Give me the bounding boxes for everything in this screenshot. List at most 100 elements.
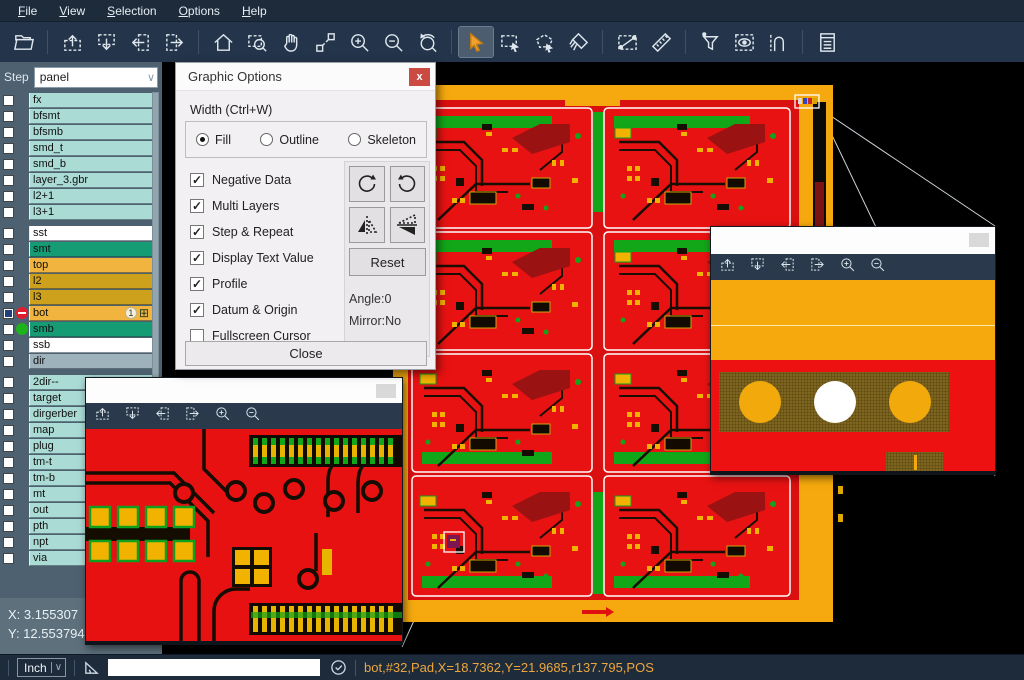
reset-button[interactable]: Reset bbox=[349, 248, 426, 276]
layer-row-sst[interactable]: sst bbox=[0, 225, 152, 241]
layer-name[interactable]: bfsmt bbox=[29, 109, 152, 124]
layer-visibility-checkbox[interactable] bbox=[3, 111, 14, 122]
option-profile[interactable]: ✓Profile bbox=[190, 271, 314, 297]
layer-row-l2+1[interactable]: l2+1 bbox=[0, 188, 152, 204]
zoom-out-button[interactable] bbox=[244, 405, 261, 427]
units-select[interactable]: Inch ∨ bbox=[17, 658, 66, 677]
layer-name[interactable]: sst bbox=[29, 226, 152, 241]
window-button[interactable] bbox=[969, 233, 989, 247]
highlight-net-button[interactable] bbox=[761, 27, 795, 57]
layer-visibility-checkbox[interactable] bbox=[3, 553, 14, 564]
zoom-window-button[interactable] bbox=[240, 27, 274, 57]
layer-visibility-checkbox[interactable] bbox=[3, 393, 14, 404]
layer-row-layer_3.gbr[interactable]: layer_3.gbr bbox=[0, 172, 152, 188]
zoom-previous-button[interactable] bbox=[410, 27, 444, 57]
layer-name[interactable]: bfsmb bbox=[29, 125, 152, 140]
layer-name[interactable]: bot1⊞ bbox=[29, 306, 152, 321]
zoom-out-button[interactable] bbox=[869, 256, 886, 278]
send-down-button[interactable] bbox=[749, 256, 766, 278]
zoom-out-button[interactable] bbox=[376, 27, 410, 57]
layer-name[interactable]: top bbox=[29, 258, 152, 273]
layer-visibility-checkbox[interactable] bbox=[3, 473, 14, 484]
option-multi-layers[interactable]: ✓Multi Layers bbox=[190, 193, 314, 219]
layer-visibility-checkbox[interactable] bbox=[3, 276, 14, 287]
send-up-button[interactable] bbox=[719, 256, 736, 278]
apply-check-icon[interactable] bbox=[330, 659, 347, 676]
rotate-ccw-button[interactable] bbox=[390, 166, 426, 202]
layer-row-l2[interactable]: l2 bbox=[0, 273, 152, 289]
layer-name[interactable]: fx bbox=[29, 93, 152, 108]
layer-visibility-checkbox[interactable] bbox=[3, 292, 14, 303]
layer-visibility-checkbox[interactable] bbox=[3, 324, 14, 335]
open-folder-button[interactable] bbox=[6, 27, 40, 57]
zoom-in-button[interactable] bbox=[214, 405, 231, 427]
menu-item-options[interactable]: Options bbox=[169, 2, 230, 20]
menu-item-file[interactable]: File bbox=[8, 2, 47, 20]
layer-row-l3+1[interactable]: l3+1 bbox=[0, 204, 152, 220]
step-select[interactable]: panel ∨ bbox=[34, 67, 158, 88]
layer-name[interactable]: layer_3.gbr bbox=[29, 173, 152, 188]
send-down-button[interactable] bbox=[124, 405, 141, 427]
layer-name[interactable]: smb bbox=[29, 322, 152, 337]
width-radio-fill[interactable]: Fill bbox=[196, 133, 231, 147]
layer-row-ssb[interactable]: ssb bbox=[0, 337, 152, 353]
layer-visibility-checkbox[interactable] bbox=[3, 340, 14, 351]
layer-row-bfsmt[interactable]: bfsmt bbox=[0, 108, 152, 124]
window-button[interactable] bbox=[376, 384, 396, 398]
layer-name[interactable]: smd_b bbox=[29, 157, 152, 172]
layer-visibility-checkbox[interactable] bbox=[3, 521, 14, 532]
layer-row-smb[interactable]: smb bbox=[0, 321, 152, 337]
filter-funnel-button[interactable] bbox=[693, 27, 727, 57]
zoom-in-button[interactable] bbox=[342, 27, 376, 57]
layer-visibility-checkbox[interactable] bbox=[3, 228, 14, 239]
option-datum-origin[interactable]: ✓Datum & Origin bbox=[190, 297, 314, 323]
send-down-button[interactable] bbox=[89, 27, 123, 57]
grid-icon[interactable]: ⊞ bbox=[139, 307, 149, 319]
close-button[interactable]: Close bbox=[185, 341, 427, 366]
zoom-window-left-titlebar[interactable] bbox=[86, 378, 402, 403]
measure-path-button[interactable] bbox=[308, 27, 342, 57]
layer-name[interactable]: ssb bbox=[29, 338, 152, 353]
close-icon[interactable]: x bbox=[409, 68, 430, 86]
layer-visibility-checkbox[interactable] bbox=[3, 537, 14, 548]
layer-visibility-checkbox[interactable] bbox=[3, 191, 14, 202]
layer-visibility-checkbox[interactable] bbox=[3, 95, 14, 106]
layer-row-fx[interactable]: fx bbox=[0, 92, 152, 108]
send-right-button[interactable] bbox=[157, 27, 191, 57]
layer-visibility-checkbox[interactable] bbox=[3, 159, 14, 170]
layer-visibility-checkbox[interactable] bbox=[3, 308, 14, 319]
layer-visibility-checkbox[interactable] bbox=[3, 377, 14, 388]
layer-name[interactable]: l2+1 bbox=[29, 189, 152, 204]
layer-visibility-checkbox[interactable] bbox=[3, 143, 14, 154]
layer-visibility-checkbox[interactable] bbox=[3, 457, 14, 468]
layer-row-dir[interactable]: dir bbox=[0, 353, 152, 369]
layer-row-bot[interactable]: bot1⊞ bbox=[0, 305, 152, 321]
layer-visibility-checkbox[interactable] bbox=[3, 207, 14, 218]
layer-row-bfsmb[interactable]: bfsmb bbox=[0, 124, 152, 140]
option-display-text-value[interactable]: ✓Display Text Value bbox=[190, 245, 314, 271]
send-up-button[interactable] bbox=[55, 27, 89, 57]
layer-row-smd_t[interactable]: smd_t bbox=[0, 140, 152, 156]
layer-name[interactable]: smd_t bbox=[29, 141, 152, 156]
send-up-button[interactable] bbox=[94, 405, 111, 427]
layer-row-smt[interactable]: smt bbox=[0, 241, 152, 257]
brush-clean-button[interactable] bbox=[561, 27, 595, 57]
layer-name[interactable]: smt bbox=[29, 242, 152, 257]
menu-item-selection[interactable]: Selection bbox=[97, 2, 166, 20]
layer-name[interactable]: dir bbox=[29, 354, 152, 369]
layer-visibility-checkbox[interactable] bbox=[3, 409, 14, 420]
measure-diagonal-button[interactable] bbox=[610, 27, 644, 57]
layer-visibility-checkbox[interactable] bbox=[3, 441, 14, 452]
angle-mode-icon[interactable] bbox=[83, 659, 100, 676]
layer-visibility-checkbox[interactable] bbox=[3, 244, 14, 255]
zoom-window-right-titlebar[interactable] bbox=[711, 227, 995, 254]
send-left-button[interactable] bbox=[779, 256, 796, 278]
zoom-in-button[interactable] bbox=[839, 256, 856, 278]
layer-name[interactable]: l3+1 bbox=[29, 205, 152, 220]
layer-visibility-checkbox[interactable] bbox=[3, 489, 14, 500]
width-radio-skeleton[interactable]: Skeleton bbox=[348, 133, 416, 147]
ruler-button[interactable] bbox=[644, 27, 678, 57]
zoom-window-right[interactable] bbox=[710, 226, 996, 475]
report-log-button[interactable] bbox=[810, 27, 844, 57]
send-left-button[interactable] bbox=[123, 27, 157, 57]
